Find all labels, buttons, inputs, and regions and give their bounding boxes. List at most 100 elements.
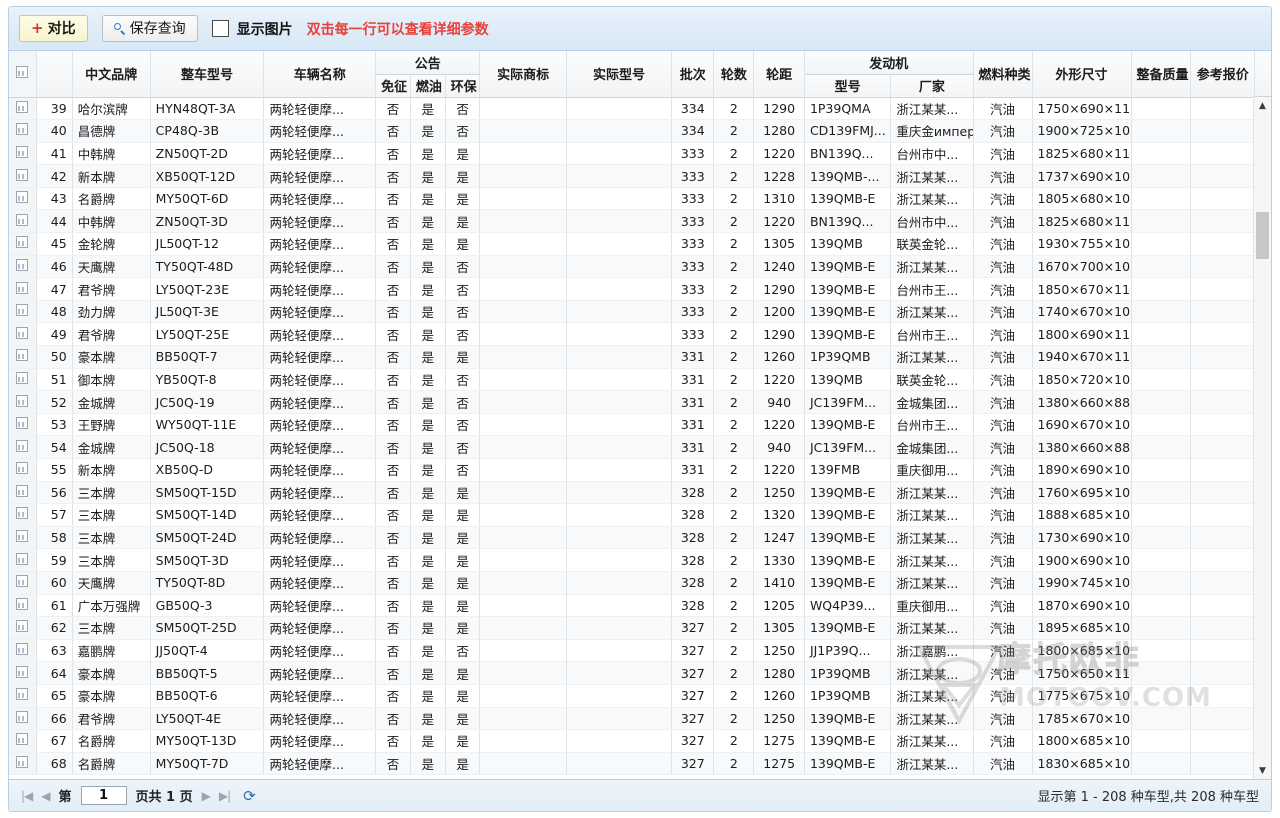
table-row[interactable]: 43 名爵牌 MY50QT-6D 两轮轻便摩... 否是是 333 2 1310 139QMB-… bbox=[9, 187, 1257, 211]
row-select-icon[interactable] bbox=[16, 213, 29, 226]
header-dimensions[interactable]: 外形尺寸 bbox=[1032, 51, 1132, 98]
show-images-checkbox[interactable]: 显示图片 bbox=[211, 19, 293, 39]
table-row[interactable]: 66 君爷牌 LY50QT-4E 两轮轻便摩... 否是是 327 2 1250 139QMB-… bbox=[9, 707, 1257, 731]
header-brand[interactable]: 中文品牌 bbox=[72, 51, 151, 98]
row-select-cell[interactable] bbox=[9, 435, 37, 459]
table-row[interactable]: 68 名爵牌 MY50QT-7D 两轮轻便摩... 否是是 327 2 1275 139QMB-… bbox=[9, 752, 1257, 776]
header-no[interactable] bbox=[36, 51, 73, 98]
table-row[interactable]: 63 嘉鹏牌 JJ50QT-4 两轮轻便摩... 否是否 327 2 1250 JJ1P39Q.… bbox=[9, 639, 1257, 663]
table-row[interactable]: 54 金城牌 JC50Q-18 两轮轻便摩... 否是否 331 2 940 JC139FM..… bbox=[9, 435, 1257, 459]
row-select-icon[interactable] bbox=[16, 552, 29, 565]
header-actual-trademark[interactable]: 实际商标 bbox=[479, 51, 567, 98]
header-wheelbase[interactable]: 轮距 bbox=[753, 51, 805, 98]
header-price[interactable]: 参考报价 bbox=[1190, 51, 1257, 98]
row-select-cell[interactable] bbox=[9, 232, 37, 256]
header-fuel-type[interactable]: 燃料种类 bbox=[973, 51, 1033, 98]
refresh-icon[interactable]: ⟳ bbox=[243, 787, 256, 805]
scrollbar-thumb[interactable] bbox=[1256, 212, 1269, 259]
header-announce-env[interactable]: 环保 bbox=[445, 73, 481, 98]
save-query-button[interactable]: 保存查询 bbox=[101, 15, 198, 42]
row-select-icon[interactable] bbox=[16, 733, 29, 746]
row-select-cell[interactable] bbox=[9, 164, 37, 188]
row-select-cell[interactable] bbox=[9, 616, 37, 640]
table-row[interactable]: 51 御本牌 YB50QT-8 两轮轻便摩... 否是否 331 2 1220 139QMB 联英… bbox=[9, 368, 1257, 392]
row-select-icon[interactable] bbox=[16, 507, 29, 520]
header-announce-exempt[interactable]: 免征 bbox=[375, 73, 411, 98]
row-select-icon[interactable] bbox=[16, 236, 29, 249]
row-select-icon[interactable] bbox=[16, 326, 29, 339]
next-page-icon[interactable]: ▶ bbox=[202, 789, 211, 803]
row-select-icon[interactable] bbox=[16, 349, 29, 362]
compare-button[interactable]: + 对比 bbox=[19, 15, 88, 42]
row-select-icon[interactable] bbox=[16, 145, 29, 158]
table-row[interactable]: 65 豪本牌 BB50QT-6 两轮轻便摩... 否是是 327 2 1260 1P39QMB 浙… bbox=[9, 684, 1257, 708]
row-select-icon[interactable] bbox=[16, 439, 29, 452]
row-select-cell[interactable] bbox=[9, 707, 37, 731]
last-page-icon[interactable]: ▶| bbox=[219, 789, 231, 803]
table-row[interactable]: 57 三本牌 SM50QT-14D 两轮轻便摩... 否是是 328 2 1320 139QMB… bbox=[9, 503, 1257, 527]
vertical-scrollbar[interactable]: ▲ ▼ bbox=[1253, 97, 1271, 779]
row-select-cell[interactable] bbox=[9, 752, 37, 776]
row-select-icon[interactable] bbox=[16, 530, 29, 543]
row-select-cell[interactable] bbox=[9, 187, 37, 211]
row-select-icon[interactable] bbox=[16, 484, 29, 497]
header-engine-mfr[interactable]: 厂家 bbox=[890, 73, 974, 98]
header-announce-fuel[interactable]: 燃油 bbox=[410, 73, 446, 98]
row-select-cell[interactable] bbox=[9, 300, 37, 324]
page-number-input[interactable] bbox=[80, 786, 127, 805]
row-select-cell[interactable] bbox=[9, 277, 37, 301]
row-select-icon[interactable] bbox=[16, 371, 29, 384]
row-select-icon[interactable] bbox=[16, 710, 29, 723]
scroll-up-icon[interactable]: ▲ bbox=[1254, 97, 1271, 114]
row-select-icon[interactable] bbox=[16, 394, 29, 407]
header-name[interactable]: 车辆名称 bbox=[263, 51, 377, 98]
row-select-cell[interactable] bbox=[9, 390, 37, 414]
row-select-cell[interactable] bbox=[9, 684, 37, 708]
prev-page-icon[interactable]: ◀ bbox=[41, 789, 50, 803]
row-select-cell[interactable] bbox=[9, 368, 37, 392]
row-select-cell[interactable] bbox=[9, 413, 37, 437]
table-row[interactable]: 44 中韩牌 ZN50QT-3D 两轮轻便摩... 否是是 333 2 1220 BN139Q.… bbox=[9, 209, 1257, 234]
row-select-icon[interactable] bbox=[16, 304, 29, 317]
row-select-icon[interactable] bbox=[16, 417, 29, 430]
table-row[interactable]: 59 三本牌 SM50QT-3D 两轮轻便摩... 否是是 328 2 1330 139QMB-… bbox=[9, 548, 1257, 572]
table-row[interactable]: 42 新本牌 XB50QT-12D 两轮轻便摩... 否是是 333 2 1228 139QMB… bbox=[9, 164, 1257, 188]
table-row[interactable]: 55 新本牌 XB50Q-D 两轮轻便摩... 否是否 331 2 1220 139FMB 重庆御… bbox=[9, 458, 1257, 482]
row-select-icon[interactable] bbox=[16, 462, 29, 475]
table-row[interactable]: 47 君爷牌 LY50QT-23E 两轮轻便摩... 否是否 333 2 1290 139QMB… bbox=[9, 277, 1257, 301]
table-row[interactable]: 56 三本牌 SM50QT-15D 两轮轻便摩... 否是是 328 2 1250 139QMB… bbox=[9, 481, 1257, 505]
row-select-icon[interactable] bbox=[16, 597, 29, 610]
table-row[interactable]: 61 广本万强牌 GB50Q-3 两轮轻便摩... 否是是 328 2 1205 WQ4P39.… bbox=[9, 594, 1257, 618]
row-select-cell[interactable] bbox=[9, 481, 37, 505]
row-select-cell[interactable] bbox=[9, 526, 37, 550]
header-batch[interactable]: 批次 bbox=[671, 51, 715, 98]
row-select-cell[interactable] bbox=[9, 458, 37, 482]
table-row[interactable]: 52 金城牌 JC50Q-19 两轮轻便摩... 否是否 331 2 940 JC139FM..… bbox=[9, 390, 1257, 414]
row-select-icon[interactable] bbox=[16, 688, 29, 701]
table-row[interactable]: 64 豪本牌 BB50QT-5 两轮轻便摩... 否是是 327 2 1280 1P39QMB 浙… bbox=[9, 661, 1257, 685]
row-select-icon[interactable] bbox=[16, 100, 29, 113]
row-select-icon[interactable] bbox=[16, 575, 29, 588]
row-select-cell[interactable] bbox=[9, 729, 37, 753]
row-select-icon[interactable] bbox=[16, 168, 29, 181]
row-select-icon[interactable] bbox=[16, 191, 29, 204]
header-select-all[interactable] bbox=[9, 51, 37, 98]
row-select-cell[interactable] bbox=[9, 209, 37, 234]
header-actual-model[interactable]: 实际型号 bbox=[566, 51, 673, 98]
grid-body-scroll[interactable]: 39 哈尔滨牌 HYN48QT-3A 两轮轻便摩... 否是否 334 2 1290 1P39Q… bbox=[9, 97, 1271, 779]
row-select-icon[interactable] bbox=[16, 258, 29, 271]
header-curb-weight[interactable]: 整备质量 bbox=[1131, 51, 1191, 98]
table-row[interactable]: 46 天鹰牌 TY50QT-48D 两轮轻便摩... 否是否 333 2 1240 139QMB… bbox=[9, 255, 1257, 279]
row-select-icon[interactable] bbox=[16, 756, 29, 769]
row-select-icon[interactable] bbox=[16, 643, 29, 656]
row-select-cell[interactable] bbox=[9, 571, 37, 595]
table-row[interactable]: 53 王野牌 WY50QT-11E 两轮轻便摩... 否是否 331 2 1220 139QMB… bbox=[9, 413, 1257, 437]
table-row[interactable]: 41 中韩牌 ZN50QT-2D 两轮轻便摩... 否是是 333 2 1220 BN139Q.… bbox=[9, 142, 1257, 166]
row-select-icon[interactable] bbox=[16, 281, 29, 294]
table-row[interactable]: 39 哈尔滨牌 HYN48QT-3A 两轮轻便摩... 否是否 334 2 1290 1P39Q… bbox=[9, 97, 1257, 121]
table-row[interactable]: 67 名爵牌 MY50QT-13D 两轮轻便摩... 否是是 327 2 1275 139QMB… bbox=[9, 729, 1257, 753]
row-select-cell[interactable] bbox=[9, 142, 37, 166]
row-select-cell[interactable] bbox=[9, 119, 37, 143]
table-row[interactable]: 45 金轮牌 JL50QT-12 两轮轻便摩... 否是是 333 2 1305 139QMB 联… bbox=[9, 232, 1257, 256]
select-all-icon[interactable] bbox=[16, 65, 29, 78]
